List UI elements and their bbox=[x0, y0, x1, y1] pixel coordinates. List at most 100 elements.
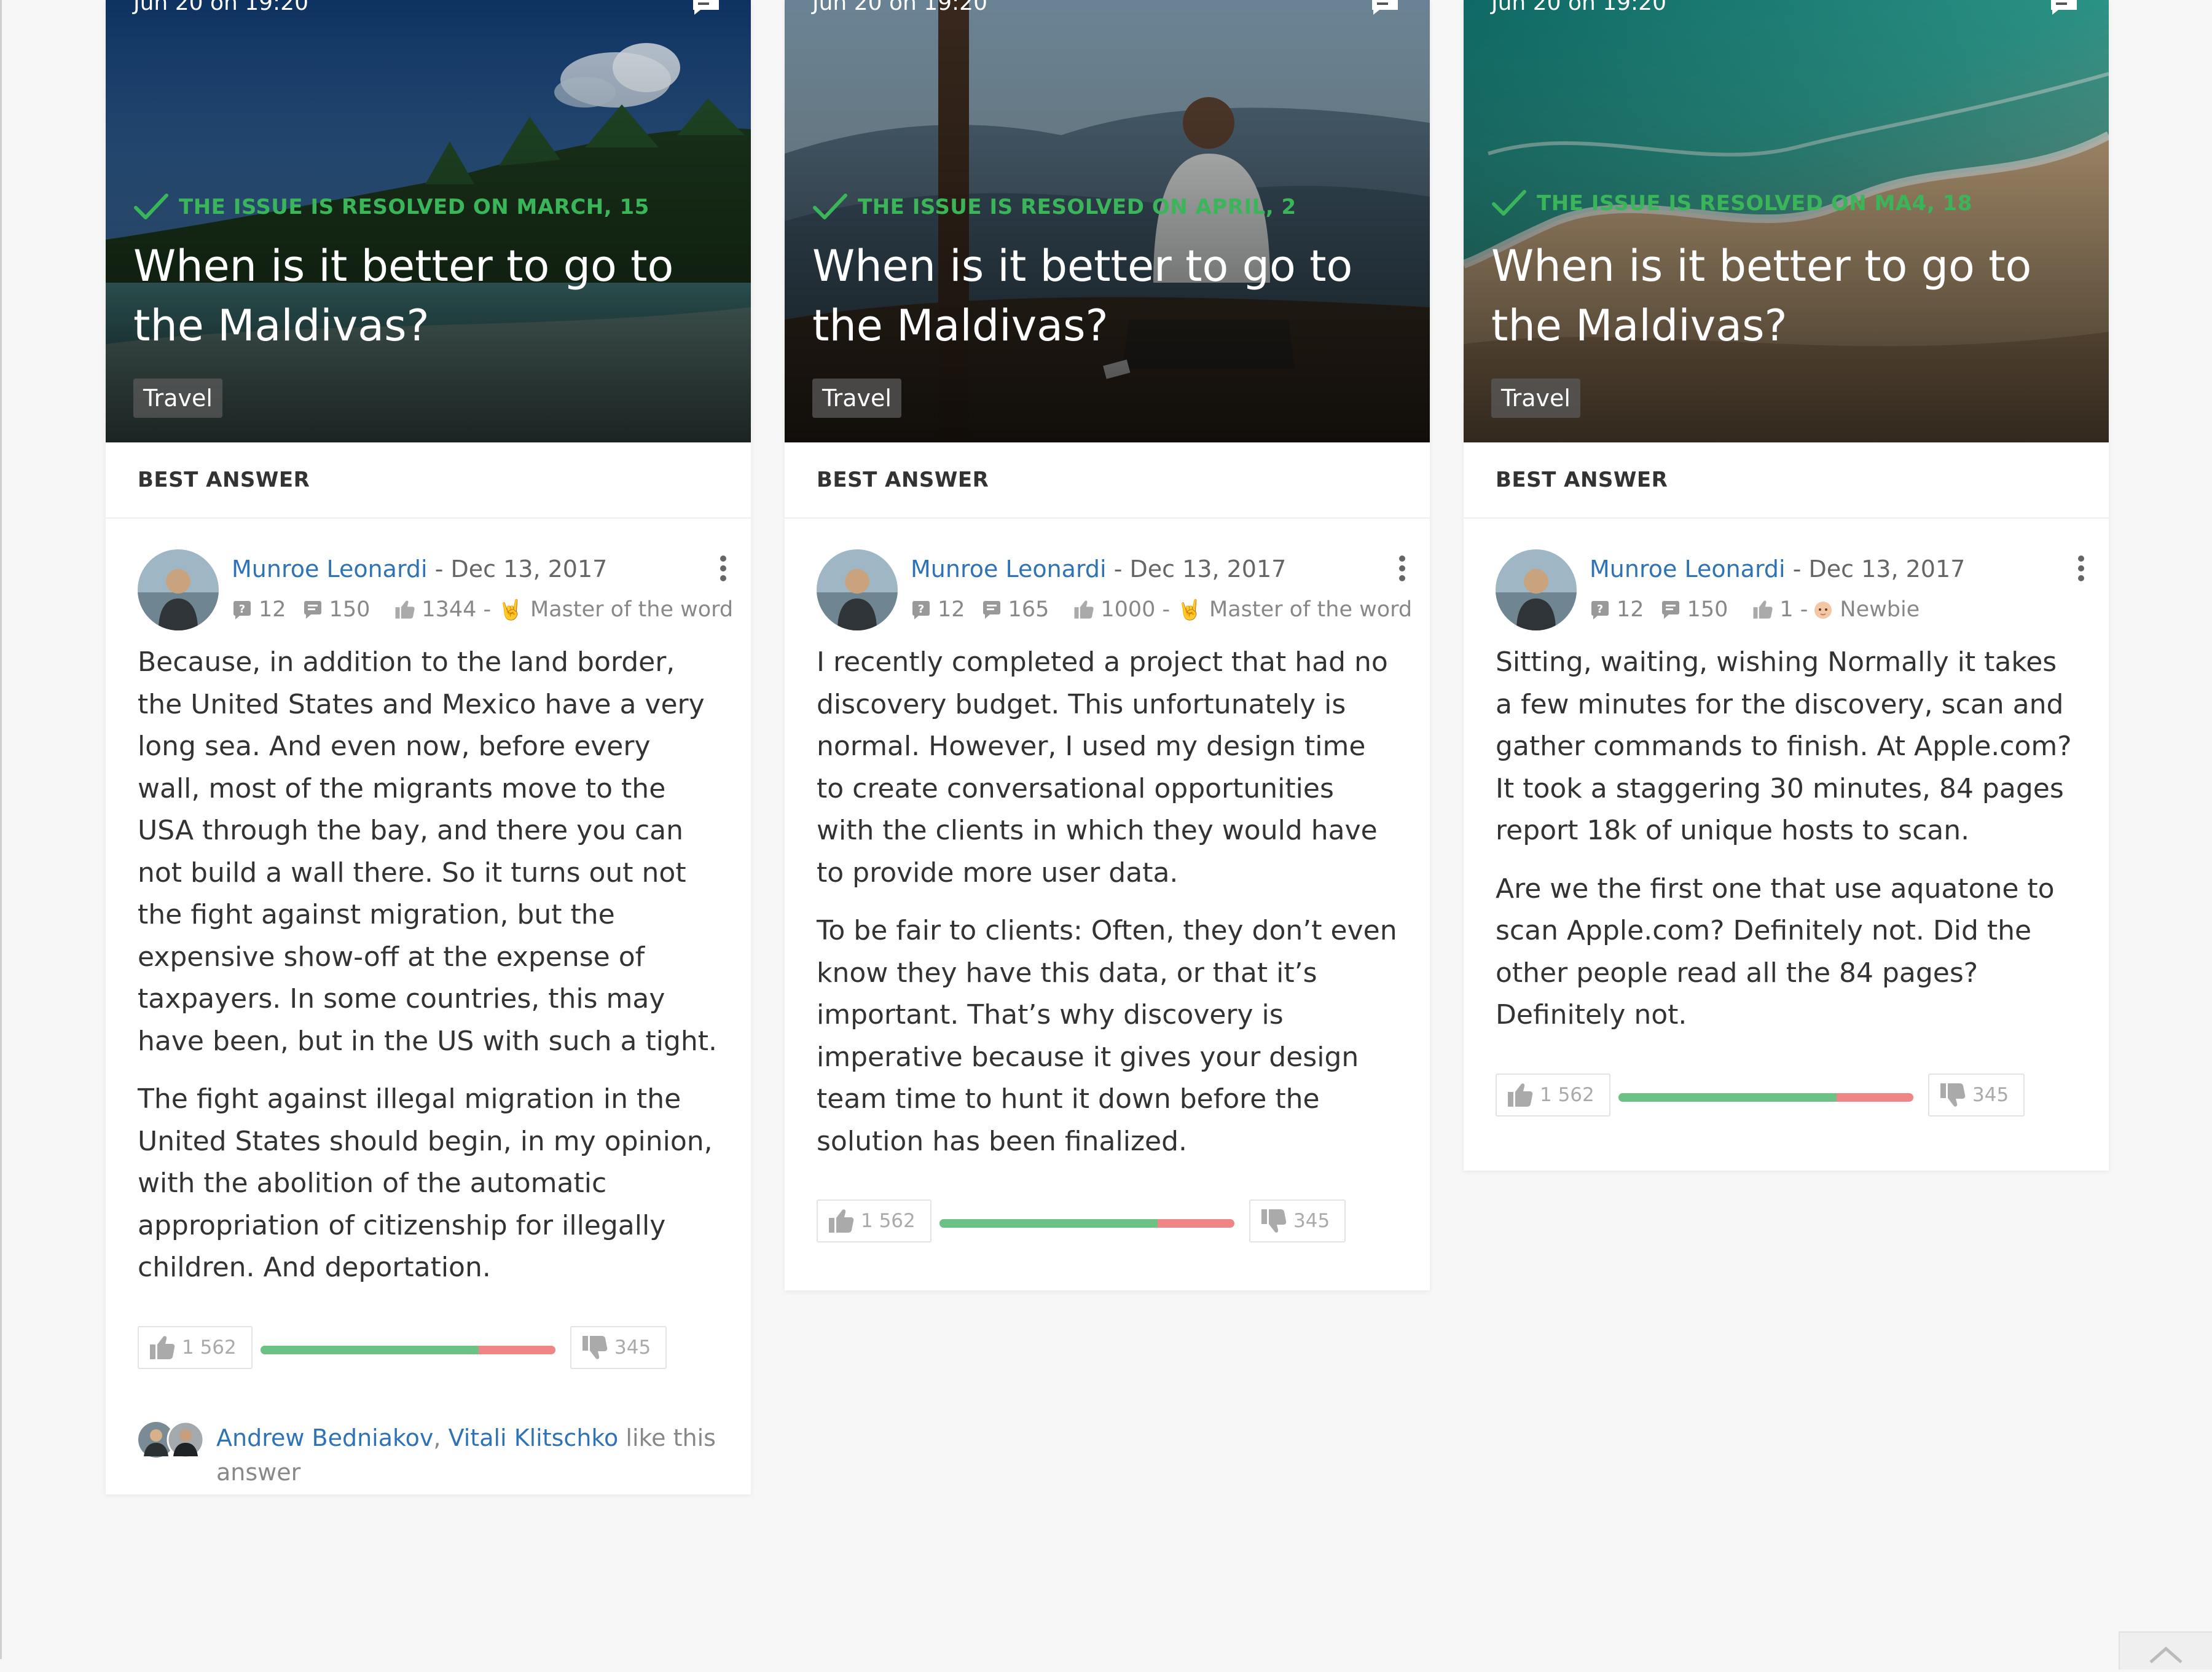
questions-count: 12 bbox=[938, 597, 965, 622]
liker-link[interactable]: Vitali Klitschko bbox=[449, 1424, 619, 1451]
avatar[interactable] bbox=[1496, 549, 1577, 630]
question-card: Jun 20 on 19:20 THE ISSUE IS RESOLVED ON… bbox=[1464, 0, 2109, 1171]
downvote-button[interactable]: 345 bbox=[1928, 1073, 2025, 1117]
question-title[interactable]: When is it better to go to the Maldivas? bbox=[812, 237, 1378, 356]
liked-by-text: Andrew Bedniakov, Vitali Klitschko like … bbox=[216, 1421, 720, 1489]
resolved-text: THE ISSUE IS RESOLVED ON MA4, 18 bbox=[1537, 191, 1972, 216]
more-options-icon[interactable] bbox=[1398, 554, 1406, 583]
author-name-link[interactable]: Munroe Leonardi bbox=[1590, 555, 1786, 583]
more-options-icon[interactable] bbox=[2077, 554, 2085, 583]
hero-overlay bbox=[1464, 0, 2109, 442]
vote-ratio-bar bbox=[261, 1345, 555, 1354]
answer-date: - Dec 13, 2017 bbox=[1113, 555, 1287, 583]
resolved-text: THE ISSUE IS RESOLVED ON MARCH, 15 bbox=[179, 195, 649, 219]
chat-icon[interactable] bbox=[2050, 0, 2078, 16]
chevron-up-icon bbox=[2149, 1646, 2183, 1663]
question-date: Jun 20 on 19:20 bbox=[133, 0, 308, 15]
author-rank: Master of the word bbox=[1209, 597, 1413, 622]
vote-row: 1 562 345 bbox=[138, 1325, 719, 1372]
liker-avatars bbox=[138, 1421, 205, 1458]
author-rank: Newbie bbox=[1840, 597, 1920, 622]
question-title[interactable]: When is it better to go to the Maldivas? bbox=[1491, 237, 2057, 356]
liker-separator: , bbox=[433, 1424, 449, 1451]
likes-count: 1 - bbox=[1779, 597, 1808, 622]
question-card: Jun 20 on 19:20 THE ISSUE IS RESOLVED ON… bbox=[785, 0, 1430, 1290]
thumbs-up-icon bbox=[1507, 1082, 1534, 1108]
thumbs-up-icon bbox=[828, 1208, 855, 1234]
downvote-button[interactable]: 345 bbox=[570, 1325, 667, 1369]
scroll-to-top-button[interactable] bbox=[2119, 1631, 2212, 1670]
questions-count: 12 bbox=[1617, 597, 1644, 622]
question-date: Jun 20 on 19:20 bbox=[1491, 0, 1666, 15]
author-line: Munroe Leonardi - Dec 13, 2017 bbox=[232, 555, 607, 583]
answer-author-row: Munroe Leonardi - Dec 13, 2017 12 150 13… bbox=[106, 549, 751, 642]
vote-row: 1 562 345 bbox=[817, 1199, 1398, 1245]
liker-link[interactable]: Andrew Bedniakov bbox=[216, 1424, 433, 1451]
answer-paragraph: I recently completed a project that had … bbox=[817, 646, 1388, 889]
card-hero-image[interactable]: Jun 20 on 19:20 THE ISSUE IS RESOLVED ON… bbox=[1464, 0, 2109, 442]
upvote-count: 1 562 bbox=[861, 1210, 916, 1232]
author-name-link[interactable]: Munroe Leonardi bbox=[232, 555, 428, 583]
upvote-button[interactable]: 1 562 bbox=[138, 1325, 253, 1369]
answer-author-row: Munroe Leonardi - Dec 13, 2017 12 165 10… bbox=[785, 549, 1430, 642]
author-name-link[interactable]: Munroe Leonardi bbox=[911, 555, 1107, 583]
category-tag[interactable]: Travel bbox=[133, 379, 222, 418]
card-hero-image[interactable]: Jun 20 on 19:20 THE ISSUE IS RESOLVED ON… bbox=[106, 0, 751, 442]
thumbs-up-icon bbox=[1752, 599, 1773, 620]
author-line: Munroe Leonardi - Dec 13, 2017 bbox=[911, 555, 1286, 583]
author-line: Munroe Leonardi - Dec 13, 2017 bbox=[1590, 555, 1965, 583]
downvote-count: 345 bbox=[1293, 1210, 1330, 1232]
answer-paragraph: The fight against illegal migration in t… bbox=[138, 1083, 713, 1283]
answer-body: Sitting, waiting, wishing Normally it ta… bbox=[1464, 642, 2109, 1037]
page-left-border bbox=[0, 0, 2, 1659]
questions-count: 12 bbox=[259, 597, 286, 622]
thumbs-up-icon bbox=[149, 1335, 176, 1360]
more-options-icon[interactable] bbox=[719, 554, 728, 583]
answer-body: I recently completed a project that had … bbox=[785, 642, 1430, 1163]
answers-count: 150 bbox=[329, 597, 371, 622]
avatar[interactable] bbox=[138, 549, 219, 630]
likes-count: 1000 - bbox=[1100, 597, 1171, 622]
question-date: Jun 20 on 19:20 bbox=[812, 0, 987, 15]
thumbs-down-icon bbox=[1260, 1208, 1287, 1234]
resolved-text: THE ISSUE IS RESOLVED ON APRIL, 2 bbox=[858, 195, 1296, 219]
comment-icon bbox=[302, 599, 323, 620]
upvote-button[interactable]: 1 562 bbox=[817, 1199, 931, 1242]
vote-ratio-bar bbox=[939, 1219, 1234, 1228]
author-stats: 12 165 1000 - 🤘 Master of the word bbox=[911, 597, 1412, 622]
likes-count: 1344 - bbox=[422, 597, 492, 622]
chat-icon[interactable] bbox=[1371, 0, 1399, 16]
author-rank: Master of the word bbox=[530, 597, 734, 622]
answer-paragraph: Are we the first one that use aquatone t… bbox=[1496, 873, 2055, 1031]
question-title[interactable]: When is it better to go to the Maldivas? bbox=[133, 237, 699, 356]
chat-icon[interactable] bbox=[692, 0, 720, 16]
category-tag[interactable]: Travel bbox=[812, 379, 901, 418]
resolved-status: THE ISSUE IS RESOLVED ON APRIL, 2 bbox=[812, 192, 1296, 222]
downvote-button[interactable]: 345 bbox=[1249, 1199, 1346, 1242]
downvote-count: 345 bbox=[1972, 1083, 2009, 1106]
answer-paragraph: Because, in addition to the land border,… bbox=[138, 646, 718, 1057]
upvote-count: 1 562 bbox=[182, 1336, 237, 1359]
question-card: Jun 20 on 19:20 THE ISSUE IS RESOLVED ON… bbox=[106, 0, 751, 1494]
category-tag[interactable]: Travel bbox=[1491, 379, 1580, 418]
author-stats: 12 150 1344 - 🤘 Master of the word bbox=[232, 597, 733, 622]
downvote-count: 345 bbox=[614, 1336, 651, 1359]
best-answer-label: BEST ANSWER bbox=[785, 442, 1430, 519]
resolved-status: THE ISSUE IS RESOLVED ON MARCH, 15 bbox=[133, 192, 649, 222]
thumbs-up-icon bbox=[394, 599, 415, 620]
upvote-count: 1 562 bbox=[1540, 1083, 1594, 1106]
vote-ratio-fill bbox=[939, 1219, 1158, 1228]
upvote-button[interactable]: 1 562 bbox=[1496, 1073, 1610, 1117]
best-answer-label: BEST ANSWER bbox=[106, 442, 751, 519]
answers-count: 165 bbox=[1008, 597, 1049, 622]
question-icon bbox=[911, 599, 931, 620]
avatar[interactable] bbox=[817, 549, 898, 630]
card-hero-image[interactable]: Jun 20 on 19:20 THE ISSUE IS RESOLVED ON… bbox=[785, 0, 1430, 442]
check-icon bbox=[133, 192, 169, 222]
comment-icon bbox=[981, 599, 1002, 620]
question-icon bbox=[232, 599, 253, 620]
liked-by: Andrew Bedniakov, Vitali Klitschko like … bbox=[138, 1421, 719, 1494]
rock-hand-icon: 🤘 bbox=[498, 598, 524, 621]
answer-author-row: Munroe Leonardi - Dec 13, 2017 12 150 1 … bbox=[1464, 549, 2109, 642]
answer-paragraph: To be fair to clients: Often, they don’t… bbox=[817, 915, 1397, 1157]
